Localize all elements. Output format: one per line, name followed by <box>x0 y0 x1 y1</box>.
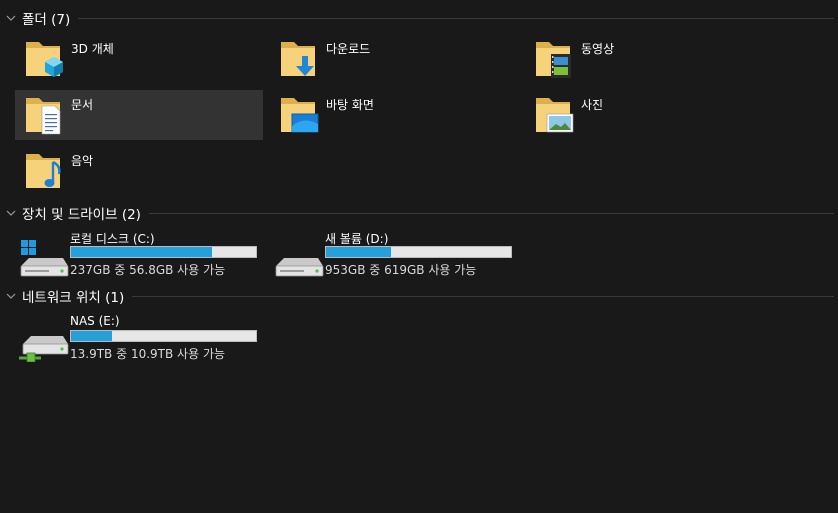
drive-usage-fill <box>71 247 212 257</box>
drive-usage-bar <box>70 246 257 258</box>
folder-tile-documents[interactable]: 문서 <box>15 90 263 140</box>
videos-folder-icon <box>536 42 571 78</box>
folder-name: 바탕 화면 <box>326 98 374 112</box>
group-title: 장치 및 드라이브 (2) <box>22 207 141 223</box>
folder-tile-videos[interactable]: 동영상 <box>525 34 773 84</box>
drive-free-space: 237GB 중 56.8GB 사용 가능 <box>70 263 226 277</box>
group-divider <box>148 212 834 214</box>
drive-usage-fill <box>71 331 112 341</box>
drive-usage-bar <box>70 330 257 342</box>
drive-tile-c[interactable]: 로컬 디스크 (C:) 237GB 중 56.8GB 사용 가능 <box>15 230 265 278</box>
downloads-folder-icon <box>281 42 315 76</box>
folder-name: 사진 <box>581 98 604 112</box>
documents-folder-icon <box>26 98 61 135</box>
folder-tile-3d-objects[interactable]: 3D 개체 <box>15 34 263 84</box>
folder-tile-music[interactable]: 음악 <box>15 146 263 196</box>
desktop-folder-icon <box>281 98 319 133</box>
group-header-folders[interactable]: 폴더 (7) <box>0 8 838 28</box>
folder-name: 동영상 <box>581 42 615 56</box>
drive-usage-fill <box>326 247 391 257</box>
drive-free-space: 13.9TB 중 10.9TB 사용 가능 <box>70 347 226 361</box>
chevron-down-icon <box>6 293 16 299</box>
drive-name: 새 볼륨 (D:) <box>325 232 389 246</box>
group-divider <box>78 17 834 19</box>
chevron-down-icon <box>6 15 16 21</box>
group-title: 폴더 (7) <box>22 12 71 28</box>
folder-tile-downloads[interactable]: 다운로드 <box>270 34 518 84</box>
file-explorer-content: 폴더 (7) 3D 개체 다운로드 동영상 문서 바탕 화면 사진 음악 장치 … <box>0 0 838 513</box>
group-title: 네트워크 위치 (1) <box>22 290 125 306</box>
drive-usage-bar <box>325 246 512 258</box>
drive-name: 로컬 디스크 (C:) <box>70 232 155 246</box>
music-folder-icon <box>26 154 61 188</box>
drive-name: NAS (E:) <box>70 314 120 328</box>
group-header-network[interactable]: 네트워크 위치 (1) <box>0 286 838 306</box>
folder-tile-desktop[interactable]: 바탕 화면 <box>270 90 518 140</box>
folder-name: 음악 <box>71 154 94 168</box>
folder-name: 문서 <box>71 98 94 112</box>
pictures-folder-icon <box>536 98 574 133</box>
folder-name: 3D 개체 <box>71 42 114 56</box>
windows-drive-icon <box>20 240 69 277</box>
3d-objects-folder-icon <box>26 42 63 77</box>
drive-free-space: 953GB 중 619GB 사용 가능 <box>325 263 477 277</box>
drive-tile-e[interactable]: NAS (E:) 13.9TB 중 10.9TB 사용 가능 <box>15 314 265 362</box>
chevron-down-icon <box>6 210 16 216</box>
folder-name: 다운로드 <box>326 42 371 56</box>
hard-drive-icon <box>275 258 324 277</box>
drive-tile-d[interactable]: 새 볼륨 (D:) 953GB 중 619GB 사용 가능 <box>270 230 520 278</box>
network-drive-icon <box>19 336 69 362</box>
group-header-devices[interactable]: 장치 및 드라이브 (2) <box>0 203 838 223</box>
group-divider <box>132 295 834 297</box>
folder-tile-pictures[interactable]: 사진 <box>525 90 773 140</box>
